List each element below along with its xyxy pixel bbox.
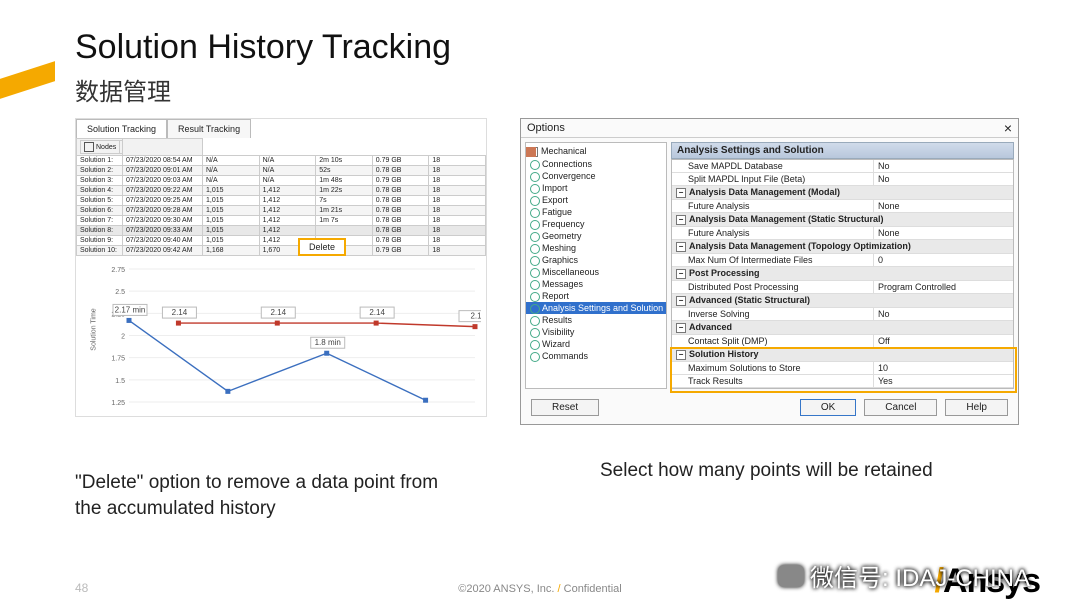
svg-text:2.1: 2.1 — [470, 312, 481, 321]
tree-node[interactable]: Commands — [526, 350, 666, 362]
svg-text:1.75: 1.75 — [111, 356, 125, 363]
svg-text:2.14: 2.14 — [270, 308, 286, 317]
prop-row[interactable]: Save MAPDL DatabaseNo — [672, 160, 1013, 173]
reset-button[interactable]: Reset — [531, 399, 599, 416]
prop-row[interactable]: Future AnalysisNone — [672, 227, 1013, 240]
table-row[interactable]: Solution 4:07/23/2020 09:22 AM1,0151,412… — [77, 186, 486, 196]
prop-row[interactable]: Maximum Solutions to Store10 — [672, 362, 1013, 375]
caption-retain: Select how many points will be retained — [600, 460, 1000, 482]
table-row[interactable]: Solution 7:07/23/2020 09:30 AM1,0151,412… — [77, 216, 486, 226]
tree-node[interactable]: Convergence — [526, 170, 666, 182]
close-icon[interactable]: × — [1004, 123, 1012, 133]
prop-row[interactable]: −Analysis Data Management (Static Struct… — [672, 213, 1013, 227]
solution-time-chart: Solution Time 1.251.51.7522.252.52.752.1… — [76, 256, 486, 416]
tree-node[interactable]: Visibility — [526, 326, 666, 338]
expand-icon[interactable]: − — [676, 350, 686, 360]
table-row[interactable]: Solution 8:07/23/2020 09:33 AM1,0151,412… — [77, 226, 486, 236]
prop-row[interactable]: −Solution History — [672, 348, 1013, 362]
slide-title: Solution History Tracking — [75, 28, 451, 67]
tree-node[interactable]: Miscellaneous — [526, 266, 666, 278]
property-panel-title: Analysis Settings and Solution — [671, 142, 1014, 159]
prop-row[interactable]: −Advanced (Static Structural) — [672, 294, 1013, 308]
table-row[interactable]: Solution 6:07/23/2020 09:28 AM1,0151,412… — [77, 206, 486, 216]
table-row[interactable]: Solution 1:07/23/2020 08:54 AMN/AN/A2m 1… — [77, 156, 486, 166]
expand-icon[interactable]: − — [676, 269, 686, 279]
tree-node[interactable]: Graphics — [526, 254, 666, 266]
tree-node[interactable]: Geometry — [526, 230, 666, 242]
svg-text:2.5: 2.5 — [115, 289, 125, 296]
tree-node[interactable]: Report — [526, 290, 666, 302]
table-row[interactable]: Solution 9:07/23/2020 09:40 AM1,0151,412… — [77, 236, 486, 246]
wechat-icon — [778, 565, 804, 587]
tree-node[interactable]: Frequency — [526, 218, 666, 230]
tree-node[interactable]: Results — [526, 314, 666, 326]
svg-text:1.25: 1.25 — [111, 400, 125, 407]
checkbox-icon[interactable] — [84, 142, 94, 152]
tree-node[interactable]: Export — [526, 194, 666, 206]
tab-result-tracking[interactable]: Result Tracking — [167, 119, 251, 138]
solution-tracking-screenshot: Solution Tracking Result Tracking NodesE… — [75, 118, 487, 417]
solution-history-table: NodesElementsSolution TimeRAM UsedCores … — [76, 138, 486, 256]
prop-row[interactable]: Split MAPDL Input File (Beta)No — [672, 173, 1013, 186]
prop-row[interactable]: Future AnalysisNone — [672, 200, 1013, 213]
tree-node[interactable]: Wizard — [526, 338, 666, 350]
help-button[interactable]: Help — [945, 399, 1008, 416]
table-row[interactable]: Solution 5:07/23/2020 09:25 AM1,0151,412… — [77, 196, 486, 206]
accent-bar — [0, 61, 55, 99]
tracking-tabs: Solution Tracking Result Tracking — [76, 119, 486, 138]
property-grid: Save MAPDL DatabaseNoSplit MAPDL Input F… — [671, 159, 1014, 389]
expand-icon[interactable]: − — [676, 323, 686, 333]
expand-icon[interactable]: − — [676, 242, 686, 252]
tree-node[interactable]: Fatigue — [526, 206, 666, 218]
copyright: ©2020 ANSYS, Inc. / Confidential — [458, 583, 621, 595]
tab-solution-tracking[interactable]: Solution Tracking — [76, 119, 167, 138]
prop-row[interactable]: Inverse SolvingNo — [672, 308, 1013, 321]
prop-row[interactable]: −Post Processing — [672, 267, 1013, 281]
prop-row[interactable]: −Analysis Data Management (Topology Opti… — [672, 240, 1013, 254]
svg-text:1.5: 1.5 — [115, 378, 125, 385]
tree-node[interactable]: Connections — [526, 158, 666, 170]
tree-node[interactable]: Import — [526, 182, 666, 194]
table-row[interactable]: Solution 3:07/23/2020 09:03 AMN/AN/A1m 4… — [77, 176, 486, 186]
expand-icon[interactable]: − — [676, 215, 686, 225]
tree-node[interactable]: Meshing — [526, 242, 666, 254]
caption-delete: "Delete" option to remove a data point f… — [75, 470, 455, 521]
prop-row[interactable]: Track ResultsYes — [672, 375, 1013, 388]
table-row[interactable]: Solution 10:07/23/2020 09:42 AM1,1681,67… — [77, 246, 486, 256]
ok-button[interactable]: OK — [800, 399, 856, 416]
prop-row[interactable]: −Analysis Data Management (Modal) — [672, 186, 1013, 200]
svg-text:2.17 min: 2.17 min — [115, 305, 146, 314]
expand-icon[interactable]: − — [676, 188, 686, 198]
tree-node[interactable]: Messages — [526, 278, 666, 290]
slide-subtitle: 数据管理 — [75, 72, 171, 107]
svg-text:2.14: 2.14 — [172, 308, 188, 317]
expand-icon[interactable]: − — [676, 296, 686, 306]
tree-node[interactable]: Analysis Settings and Solution — [526, 302, 666, 314]
tree-root[interactable]: −Mechanical — [526, 145, 666, 158]
dialog-title: Options — [527, 122, 565, 134]
options-tree: −Mechanical ConnectionsConvergenceImport… — [525, 142, 667, 389]
prop-row[interactable]: Contact Split (DMP)Off — [672, 335, 1013, 348]
svg-text:2.14: 2.14 — [369, 308, 385, 317]
prop-row[interactable]: Distributed Post ProcessingProgram Contr… — [672, 281, 1013, 294]
options-dialog: Options × −Mechanical ConnectionsConverg… — [520, 118, 1019, 425]
svg-text:2.75: 2.75 — [111, 267, 125, 274]
table-row[interactable]: Solution 2:07/23/2020 09:01 AMN/AN/A52s0… — [77, 166, 486, 176]
prop-row[interactable]: −Advanced — [672, 321, 1013, 335]
svg-text:2: 2 — [121, 334, 125, 341]
chart-svg: 1.251.51.7522.252.52.752.17 min1.8 min2.… — [101, 261, 481, 416]
col-nodes[interactable]: Nodes — [81, 141, 120, 154]
cancel-button[interactable]: Cancel — [864, 399, 937, 416]
slide-number: 48 — [75, 581, 88, 595]
wechat-overlay: 微信号: IDAJ-CHINA — [778, 558, 1030, 593]
prop-row[interactable]: Max Num Of Intermediate Files0 — [672, 254, 1013, 267]
svg-text:1.8 min: 1.8 min — [315, 338, 341, 347]
chart-y-axis-label: Solution Time — [91, 308, 98, 350]
